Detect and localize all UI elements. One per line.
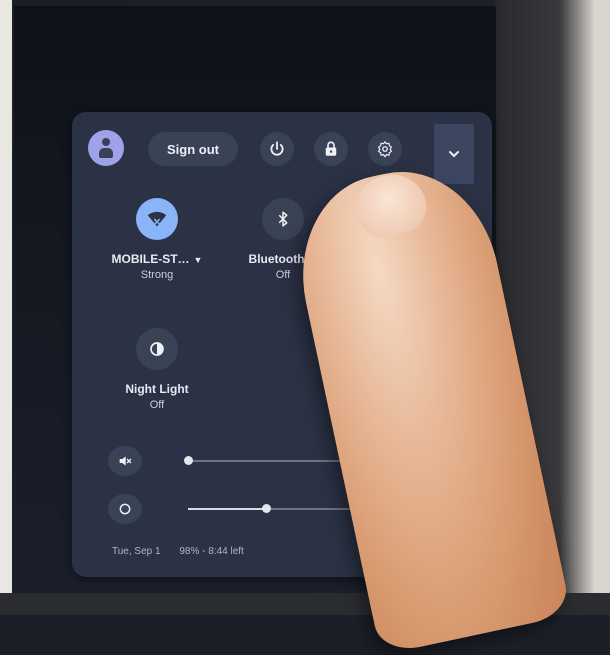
wifi-feature[interactable]: MOBILE-ST… ▼ Strong xyxy=(102,198,212,281)
date-text: Tue, Sep 1 xyxy=(112,546,161,557)
wifi-icon xyxy=(147,211,167,227)
lock-icon xyxy=(325,141,337,156)
night-light-feature[interactable]: Night Light Off xyxy=(102,328,212,411)
wifi-label: MOBILE-ST… xyxy=(111,252,190,266)
sign-out-button[interactable]: Sign out xyxy=(148,132,238,166)
system-status: Tue, Sep 1 98% - 8:44 left xyxy=(112,546,260,557)
user-avatar[interactable] xyxy=(88,130,124,166)
wifi-status: Strong xyxy=(140,269,174,281)
power-button[interactable] xyxy=(260,132,294,166)
brightness-icon xyxy=(119,503,131,515)
bluetooth-label: Bluetooth xyxy=(248,252,305,266)
volume-mute-button[interactable] xyxy=(108,446,142,476)
brightness-slider-thumb[interactable] xyxy=(262,504,272,513)
night-light-icon xyxy=(150,342,164,356)
settings-button[interactable] xyxy=(368,132,402,166)
lock-button[interactable] xyxy=(314,132,348,166)
wifi-toggle[interactable] xyxy=(136,198,178,240)
settings-icon xyxy=(377,140,393,158)
volume-slider-thumb[interactable] xyxy=(184,456,193,465)
user-icon xyxy=(99,138,113,158)
collapse-button[interactable] xyxy=(434,124,474,184)
chevron-down-icon xyxy=(449,151,459,158)
volume-muted-icon xyxy=(119,456,132,466)
quick-settings-top-bar: Sign out xyxy=(88,124,476,184)
battery-status: 98% - 8:44 left xyxy=(179,546,244,557)
night-light-status: Off xyxy=(149,399,165,411)
power-icon xyxy=(270,141,284,156)
bluetooth-toggle[interactable] xyxy=(262,198,304,240)
brightness-button xyxy=(108,494,142,524)
night-light-label: Night Light xyxy=(125,382,189,396)
bluetooth-icon xyxy=(278,211,288,227)
night-light-toggle[interactable] xyxy=(136,328,178,370)
wifi-caret-icon[interactable]: ▼ xyxy=(194,255,203,265)
